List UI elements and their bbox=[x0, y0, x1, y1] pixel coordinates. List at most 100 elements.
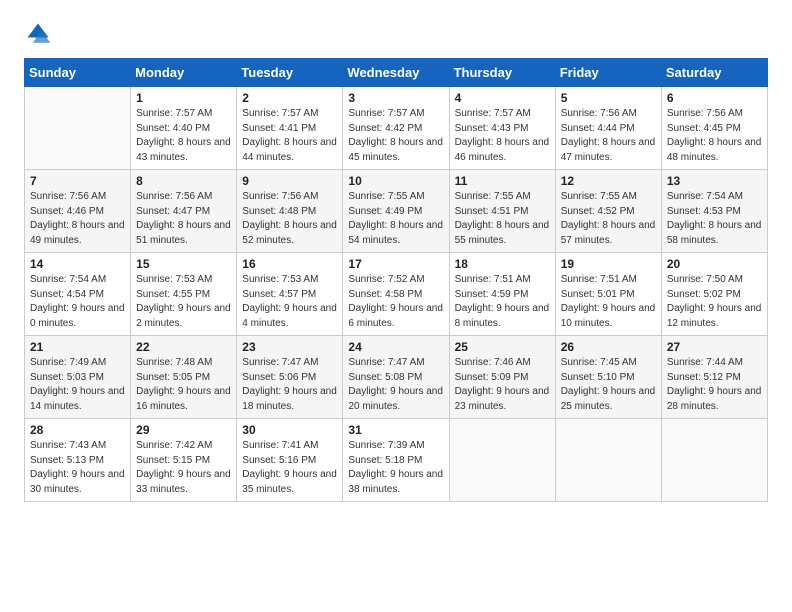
calendar-cell: 14 Sunrise: 7:54 AMSunset: 4:54 PMDaylig… bbox=[25, 253, 131, 336]
logo bbox=[24, 20, 56, 48]
calendar-cell: 24 Sunrise: 7:47 AMSunset: 5:08 PMDaylig… bbox=[343, 336, 449, 419]
calendar-cell: 15 Sunrise: 7:53 AMSunset: 4:55 PMDaylig… bbox=[131, 253, 237, 336]
day-number: 16 bbox=[242, 257, 337, 271]
calendar-cell: 4 Sunrise: 7:57 AMSunset: 4:43 PMDayligh… bbox=[449, 87, 555, 170]
day-info: Sunrise: 7:53 AMSunset: 4:55 PMDaylight:… bbox=[136, 273, 231, 331]
calendar-cell bbox=[25, 87, 131, 170]
calendar-cell: 17 Sunrise: 7:52 AMSunset: 4:58 PMDaylig… bbox=[343, 253, 449, 336]
day-info: Sunrise: 7:51 AMSunset: 4:59 PMDaylight:… bbox=[455, 273, 550, 331]
day-number: 13 bbox=[667, 174, 762, 188]
calendar-cell: 5 Sunrise: 7:56 AMSunset: 4:44 PMDayligh… bbox=[555, 87, 661, 170]
calendar-cell: 25 Sunrise: 7:46 AMSunset: 5:09 PMDaylig… bbox=[449, 336, 555, 419]
day-number: 18 bbox=[455, 257, 550, 271]
day-info: Sunrise: 7:57 AMSunset: 4:40 PMDaylight:… bbox=[136, 107, 231, 165]
day-info: Sunrise: 7:47 AMSunset: 5:06 PMDaylight:… bbox=[242, 356, 337, 414]
day-info: Sunrise: 7:54 AMSunset: 4:53 PMDaylight:… bbox=[667, 190, 762, 248]
day-info: Sunrise: 7:52 AMSunset: 4:58 PMDaylight:… bbox=[348, 273, 443, 331]
calendar-cell: 21 Sunrise: 7:49 AMSunset: 5:03 PMDaylig… bbox=[25, 336, 131, 419]
calendar-cell: 22 Sunrise: 7:48 AMSunset: 5:05 PMDaylig… bbox=[131, 336, 237, 419]
day-info: Sunrise: 7:45 AMSunset: 5:10 PMDaylight:… bbox=[561, 356, 656, 414]
calendar-cell bbox=[661, 419, 767, 502]
day-header-wednesday: Wednesday bbox=[343, 59, 449, 87]
day-info: Sunrise: 7:57 AMSunset: 4:41 PMDaylight:… bbox=[242, 107, 337, 165]
calendar-cell: 27 Sunrise: 7:44 AMSunset: 5:12 PMDaylig… bbox=[661, 336, 767, 419]
day-number: 30 bbox=[242, 423, 337, 437]
calendar-week-row: 21 Sunrise: 7:49 AMSunset: 5:03 PMDaylig… bbox=[25, 336, 768, 419]
day-number: 5 bbox=[561, 91, 656, 105]
day-info: Sunrise: 7:41 AMSunset: 5:16 PMDaylight:… bbox=[242, 439, 337, 497]
day-number: 15 bbox=[136, 257, 231, 271]
day-info: Sunrise: 7:55 AMSunset: 4:49 PMDaylight:… bbox=[348, 190, 443, 248]
day-info: Sunrise: 7:39 AMSunset: 5:18 PMDaylight:… bbox=[348, 439, 443, 497]
calendar-cell: 7 Sunrise: 7:56 AMSunset: 4:46 PMDayligh… bbox=[25, 170, 131, 253]
day-number: 31 bbox=[348, 423, 443, 437]
day-info: Sunrise: 7:43 AMSunset: 5:13 PMDaylight:… bbox=[30, 439, 125, 497]
calendar-cell: 19 Sunrise: 7:51 AMSunset: 5:01 PMDaylig… bbox=[555, 253, 661, 336]
day-info: Sunrise: 7:55 AMSunset: 4:51 PMDaylight:… bbox=[455, 190, 550, 248]
day-number: 17 bbox=[348, 257, 443, 271]
day-number: 25 bbox=[455, 340, 550, 354]
day-number: 21 bbox=[30, 340, 125, 354]
day-info: Sunrise: 7:56 AMSunset: 4:44 PMDaylight:… bbox=[561, 107, 656, 165]
day-number: 7 bbox=[30, 174, 125, 188]
calendar-cell: 9 Sunrise: 7:56 AMSunset: 4:48 PMDayligh… bbox=[237, 170, 343, 253]
day-number: 12 bbox=[561, 174, 656, 188]
day-number: 10 bbox=[348, 174, 443, 188]
calendar-cell: 13 Sunrise: 7:54 AMSunset: 4:53 PMDaylig… bbox=[661, 170, 767, 253]
day-number: 24 bbox=[348, 340, 443, 354]
day-number: 19 bbox=[561, 257, 656, 271]
day-number: 1 bbox=[136, 91, 231, 105]
day-info: Sunrise: 7:44 AMSunset: 5:12 PMDaylight:… bbox=[667, 356, 762, 414]
day-header-tuesday: Tuesday bbox=[237, 59, 343, 87]
calendar-week-row: 7 Sunrise: 7:56 AMSunset: 4:46 PMDayligh… bbox=[25, 170, 768, 253]
day-number: 11 bbox=[455, 174, 550, 188]
day-info: Sunrise: 7:56 AMSunset: 4:47 PMDaylight:… bbox=[136, 190, 231, 248]
day-header-monday: Monday bbox=[131, 59, 237, 87]
day-number: 6 bbox=[667, 91, 762, 105]
day-number: 22 bbox=[136, 340, 231, 354]
calendar-cell: 2 Sunrise: 7:57 AMSunset: 4:41 PMDayligh… bbox=[237, 87, 343, 170]
day-number: 20 bbox=[667, 257, 762, 271]
day-info: Sunrise: 7:55 AMSunset: 4:52 PMDaylight:… bbox=[561, 190, 656, 248]
calendar-cell: 1 Sunrise: 7:57 AMSunset: 4:40 PMDayligh… bbox=[131, 87, 237, 170]
day-header-thursday: Thursday bbox=[449, 59, 555, 87]
day-info: Sunrise: 7:51 AMSunset: 5:01 PMDaylight:… bbox=[561, 273, 656, 331]
day-number: 23 bbox=[242, 340, 337, 354]
day-info: Sunrise: 7:54 AMSunset: 4:54 PMDaylight:… bbox=[30, 273, 125, 331]
day-number: 14 bbox=[30, 257, 125, 271]
calendar-cell bbox=[449, 419, 555, 502]
day-header-sunday: Sunday bbox=[25, 59, 131, 87]
calendar-cell: 30 Sunrise: 7:41 AMSunset: 5:16 PMDaylig… bbox=[237, 419, 343, 502]
calendar-cell: 28 Sunrise: 7:43 AMSunset: 5:13 PMDaylig… bbox=[25, 419, 131, 502]
day-info: Sunrise: 7:56 AMSunset: 4:46 PMDaylight:… bbox=[30, 190, 125, 248]
calendar-cell: 16 Sunrise: 7:53 AMSunset: 4:57 PMDaylig… bbox=[237, 253, 343, 336]
day-info: Sunrise: 7:46 AMSunset: 5:09 PMDaylight:… bbox=[455, 356, 550, 414]
day-number: 26 bbox=[561, 340, 656, 354]
day-number: 8 bbox=[136, 174, 231, 188]
day-number: 28 bbox=[30, 423, 125, 437]
calendar-cell: 29 Sunrise: 7:42 AMSunset: 5:15 PMDaylig… bbox=[131, 419, 237, 502]
calendar-cell: 23 Sunrise: 7:47 AMSunset: 5:06 PMDaylig… bbox=[237, 336, 343, 419]
day-info: Sunrise: 7:47 AMSunset: 5:08 PMDaylight:… bbox=[348, 356, 443, 414]
day-number: 3 bbox=[348, 91, 443, 105]
calendar-cell: 18 Sunrise: 7:51 AMSunset: 4:59 PMDaylig… bbox=[449, 253, 555, 336]
calendar-cell: 3 Sunrise: 7:57 AMSunset: 4:42 PMDayligh… bbox=[343, 87, 449, 170]
page-header bbox=[24, 20, 768, 48]
calendar-week-row: 28 Sunrise: 7:43 AMSunset: 5:13 PMDaylig… bbox=[25, 419, 768, 502]
day-info: Sunrise: 7:57 AMSunset: 4:43 PMDaylight:… bbox=[455, 107, 550, 165]
calendar-cell bbox=[555, 419, 661, 502]
calendar-cell: 26 Sunrise: 7:45 AMSunset: 5:10 PMDaylig… bbox=[555, 336, 661, 419]
day-header-friday: Friday bbox=[555, 59, 661, 87]
calendar-week-row: 1 Sunrise: 7:57 AMSunset: 4:40 PMDayligh… bbox=[25, 87, 768, 170]
day-info: Sunrise: 7:53 AMSunset: 4:57 PMDaylight:… bbox=[242, 273, 337, 331]
calendar-week-row: 14 Sunrise: 7:54 AMSunset: 4:54 PMDaylig… bbox=[25, 253, 768, 336]
day-number: 27 bbox=[667, 340, 762, 354]
calendar-cell: 8 Sunrise: 7:56 AMSunset: 4:47 PMDayligh… bbox=[131, 170, 237, 253]
day-number: 29 bbox=[136, 423, 231, 437]
calendar-cell: 10 Sunrise: 7:55 AMSunset: 4:49 PMDaylig… bbox=[343, 170, 449, 253]
day-info: Sunrise: 7:56 AMSunset: 4:48 PMDaylight:… bbox=[242, 190, 337, 248]
calendar-cell: 12 Sunrise: 7:55 AMSunset: 4:52 PMDaylig… bbox=[555, 170, 661, 253]
day-info: Sunrise: 7:56 AMSunset: 4:45 PMDaylight:… bbox=[667, 107, 762, 165]
calendar-cell: 11 Sunrise: 7:55 AMSunset: 4:51 PMDaylig… bbox=[449, 170, 555, 253]
day-info: Sunrise: 7:48 AMSunset: 5:05 PMDaylight:… bbox=[136, 356, 231, 414]
